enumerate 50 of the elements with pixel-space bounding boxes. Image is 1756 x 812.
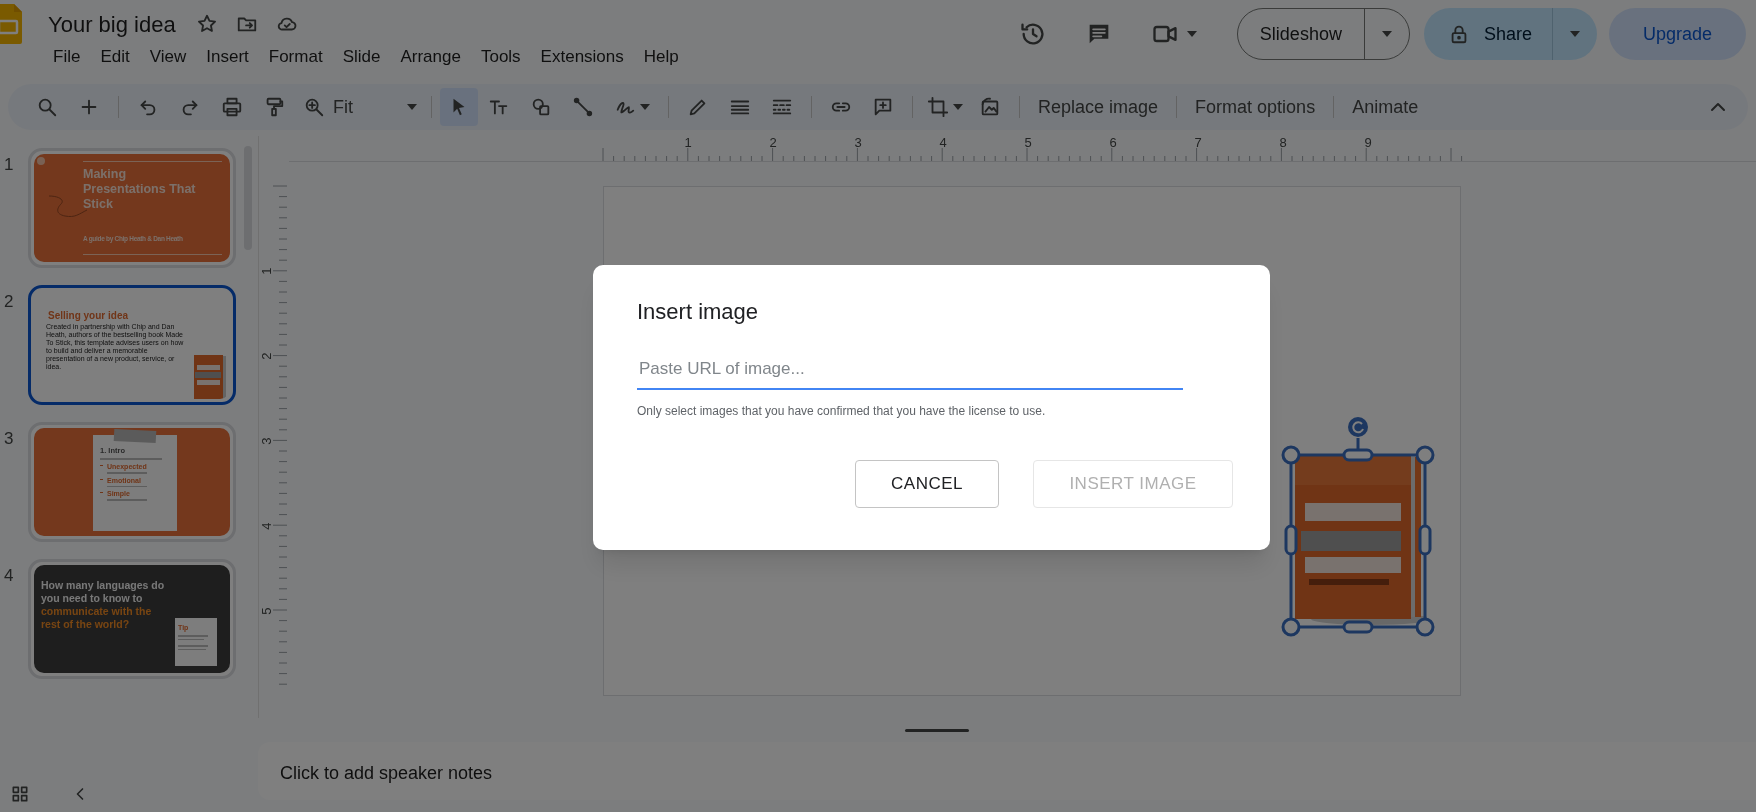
slide-number: 2 <box>4 291 15 313</box>
menu-item[interactable]: View <box>144 43 192 71</box>
print-icon[interactable] <box>221 96 243 118</box>
caret-icon[interactable] <box>1186 31 1197 37</box>
slide-thumbnail[interactable] <box>28 285 236 405</box>
vertical-ruler: 1 2 3 4 5 <box>259 162 287 692</box>
menu-item[interactable]: Arrange <box>395 43 466 71</box>
menu-item[interactable]: Tools <box>475 43 526 71</box>
document-title[interactable]: Your big idea <box>48 7 176 41</box>
menu-item[interactable]: Insert <box>201 43 254 71</box>
reset-image-icon[interactable] <box>979 96 1001 118</box>
menu-item[interactable]: Slide <box>337 43 386 71</box>
grid-view-icon[interactable] <box>10 784 30 804</box>
caret-icon[interactable] <box>953 104 963 110</box>
caret-icon[interactable] <box>407 104 417 110</box>
slide-title: Selling your idea <box>48 309 129 323</box>
slide-number: 3 <box>4 428 15 450</box>
slide-number: 1 <box>4 154 15 176</box>
caret-icon[interactable] <box>1381 31 1392 37</box>
slide-title: Making Presentations That Stick <box>83 167 197 212</box>
caret-icon[interactable] <box>640 104 650 110</box>
resize-handle[interactable] <box>905 728 969 732</box>
slide-highlight: communicate with the rest of the world? <box>41 605 153 631</box>
zoom-dropdown[interactable]: Fit <box>333 93 423 121</box>
url-field[interactable]: Paste URL of image... <box>637 350 1183 390</box>
license-notice: Only select images that you have confirmed that you have the license to use. <box>637 403 1047 420</box>
dialog-title: Insert image <box>637 298 760 326</box>
upgrade-button[interactable]: Upgrade <box>1608 8 1746 60</box>
line-icon[interactable] <box>572 96 594 118</box>
menu-item[interactable]: Extensions <box>535 43 629 71</box>
menu-item[interactable]: Edit <box>95 43 135 71</box>
menu-item[interactable]: Help <box>638 43 684 71</box>
search-icon[interactable] <box>36 96 58 118</box>
toolbar-text-button[interactable]: Format options <box>1185 93 1326 121</box>
select-tool-button[interactable] <box>440 88 478 126</box>
menu-item[interactable]: Format <box>263 43 328 71</box>
slide-title: How many languages do you need to know to <box>41 579 166 605</box>
zoom-icon[interactable] <box>303 96 325 118</box>
slide-number: 4 <box>4 565 15 587</box>
book-drawing <box>194 355 226 399</box>
shape-icon[interactable] <box>530 96 552 118</box>
dialog-button[interactable]: CANCEL <box>855 460 999 508</box>
add-comment-icon[interactable] <box>872 96 894 118</box>
toolbar-text-button[interactable]: Animate <box>1342 93 1429 121</box>
menu-item[interactable]: File <box>48 43 86 71</box>
crop-icon[interactable] <box>927 96 949 118</box>
horizontal-ruler: 1 2 3 4 5 6 7 8 9 <box>289 136 1756 162</box>
caret-icon[interactable] <box>1569 31 1580 37</box>
star-icon[interactable] <box>195 13 218 35</box>
toolbar-text-button[interactable]: Replace image <box>1028 93 1169 121</box>
